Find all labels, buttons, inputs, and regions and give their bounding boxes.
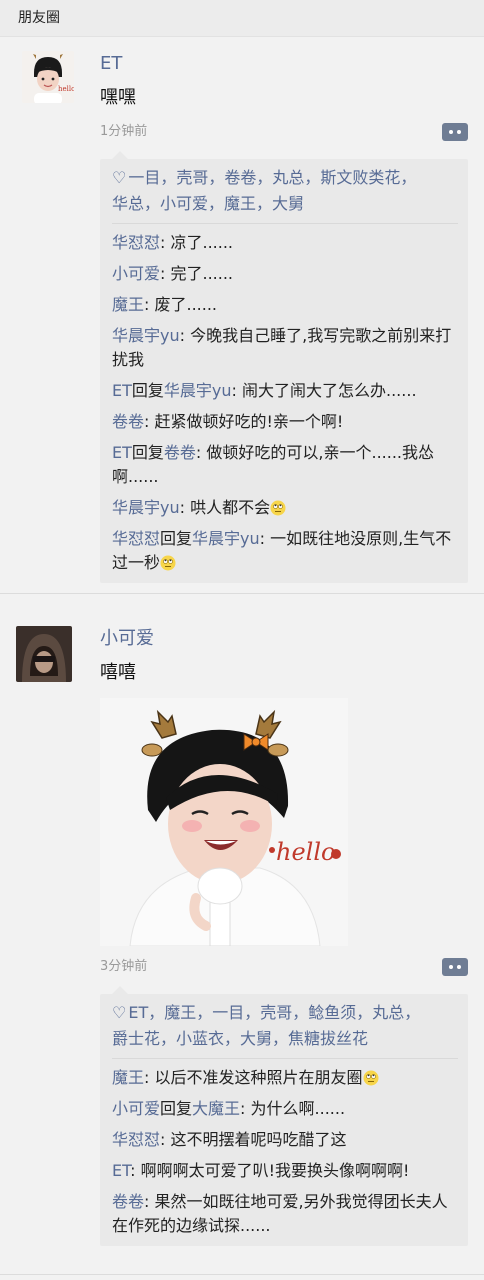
likes-line[interactable]: 华总，小可爱，魔王，大舅 xyxy=(112,194,304,213)
post-time: 1分钟前 xyxy=(100,124,148,139)
comment-user[interactable]: 华怼怼 xyxy=(112,233,160,252)
reply-word: 回复 xyxy=(160,1099,193,1118)
heart-icon: ♡ xyxy=(112,1003,127,1022)
dot-icon xyxy=(457,965,461,969)
comment[interactable]: 卷卷: 果然一如既往地可爱,另外我觉得团长夫人在作死的边缘试探...... xyxy=(112,1183,458,1238)
reply-target[interactable]: 华晨宇yu xyxy=(192,529,260,548)
comment[interactable]: 魔王: 废了...... xyxy=(112,286,458,317)
comment-user[interactable]: ET xyxy=(112,381,132,400)
comment-user[interactable]: 华晨宇yu xyxy=(112,498,180,517)
comment-user[interactable]: 小可爱 xyxy=(112,1099,160,1118)
comment-user[interactable]: 华怼怼 xyxy=(112,1130,160,1149)
comment[interactable]: 小可爱回复大魔王: 为什么啊...... xyxy=(112,1090,458,1121)
comment-area: ♡ 一目，壳哥，卷卷，丸总，斯文败类花， 华总，小可爱，魔王，大舅 华怼怼: 凉了… xyxy=(100,151,468,583)
comment-area: ♡ ET，魔王，一目，壳哥，鲶鱼须，丸总， 爵士花，小蓝衣，大舅，焦糖拔丝花 魔王… xyxy=(100,986,468,1246)
reply-word: 回复 xyxy=(131,443,164,462)
comment-text: : 完了...... xyxy=(160,264,234,283)
likes-list: ♡ ET，魔王，一目，壳哥，鲶鱼须，丸总， 爵士花，小蓝衣，大舅，焦糖拔丝花 xyxy=(112,1000,458,1059)
comment-user[interactable]: 卷卷 xyxy=(112,1192,144,1211)
post-author[interactable]: 小可爱 xyxy=(100,626,468,652)
post-text: 嘻嘻 xyxy=(100,662,136,683)
post-photo[interactable]: hello xyxy=(100,698,348,946)
heart-icon: ♡ xyxy=(112,168,127,187)
reply-target[interactable]: 华晨宇yu xyxy=(164,381,232,400)
comment[interactable]: 华晨宇yu: 哄人都不会 xyxy=(112,489,458,520)
reply-target[interactable]: 卷卷 xyxy=(164,443,196,462)
comment[interactable]: 华怼怼回复华晨宇yu: 一如既往地没原则,生气不过一秒 xyxy=(112,520,458,575)
comment[interactable]: ET回复卷卷: 做顿好吃的可以,亲一个......我怂啊...... xyxy=(112,434,458,489)
comment-user[interactable]: 卷卷 xyxy=(112,412,144,431)
post-time: 3分钟前 xyxy=(100,959,148,974)
reply-word: 回复 xyxy=(160,529,193,548)
comment-text: : 为什么啊...... xyxy=(240,1099,346,1118)
moment-post: 小可爱 嘻嘻 hello 3分钟前 ♡ ET，魔王，一目，壳哥，鲶鱼须，丸总， … xyxy=(0,594,484,1274)
comment-text: : 以后不准发这种照片在朋友圈 xyxy=(144,1068,363,1087)
post-author[interactable]: ET xyxy=(100,51,468,77)
avatar[interactable] xyxy=(16,626,72,682)
avatar[interactable]: hello xyxy=(22,51,74,103)
comment-text: : 闹大了闹大了怎么办...... xyxy=(231,381,417,400)
comment-user[interactable]: 魔王 xyxy=(112,1068,144,1087)
more-actions-button[interactable] xyxy=(442,958,468,976)
comment-user[interactable]: 魔王 xyxy=(112,295,144,314)
comment-text: : 果然一如既往地可爱,另外我觉得团长夫人在作死的边缘试探...... xyxy=(112,1192,448,1235)
comment-user[interactable]: 华怼怼 xyxy=(112,529,160,548)
comment[interactable]: ET: 啊啊啊太可爱了叭!我要换头像啊啊啊! xyxy=(112,1152,458,1183)
reply-word: 回复 xyxy=(131,381,164,400)
eye-roll-emoji-icon xyxy=(160,555,176,571)
comment-user[interactable]: 小可爱 xyxy=(112,264,160,283)
page-title: 朋友圈 xyxy=(0,0,484,37)
comment[interactable]: 华怼怼: 凉了...... xyxy=(112,224,458,255)
comment-user[interactable]: ET xyxy=(112,443,132,462)
more-actions-button[interactable] xyxy=(442,123,468,141)
comment-text: : 废了...... xyxy=(144,295,218,314)
dot-icon xyxy=(457,130,461,134)
comment[interactable]: 卷卷: 赶紧做顿好吃的!亲一个啊! xyxy=(112,403,458,434)
svg-text:hello: hello xyxy=(58,85,74,93)
comment-user[interactable]: 华晨宇yu xyxy=(112,326,180,345)
dot-icon xyxy=(449,130,453,134)
comment[interactable]: 华晨宇yu: 今晚我自己睡了,我写完歌之前别来打扰我 xyxy=(112,317,458,372)
eye-roll-emoji-icon xyxy=(270,500,286,516)
likes-list: ♡ 一目，壳哥，卷卷，丸总，斯文败类花， 华总，小可爱，魔王，大舅 xyxy=(112,165,458,224)
dot-icon xyxy=(449,965,453,969)
post-divider xyxy=(0,1274,484,1275)
comment-text: : 这不明摆着呢吗吃醋了这 xyxy=(160,1130,347,1149)
likes-line[interactable]: 一目，壳哥，卷卷，丸总，斯文败类花， xyxy=(128,168,416,187)
comment-text: : 啊啊啊太可爱了叭!我要换头像啊啊啊! xyxy=(130,1161,410,1180)
post-text: 嘿嘿 xyxy=(100,87,136,108)
comment-user[interactable]: ET xyxy=(112,1161,130,1180)
reply-target[interactable]: 大魔王 xyxy=(192,1099,240,1118)
photo-caption: hello xyxy=(276,838,335,866)
likes-line[interactable]: 爵士花，小蓝衣，大舅，焦糖拔丝花 xyxy=(112,1029,368,1048)
likes-line[interactable]: ET，魔王，一目，壳哥，鲶鱼须，丸总， xyxy=(128,1003,420,1022)
eye-roll-emoji-icon xyxy=(363,1070,378,1086)
comment-text: : 赶紧做顿好吃的!亲一个啊! xyxy=(144,412,344,431)
moment-post: hello ET 嘿嘿 1分钟前 ♡ 一目，壳哥，卷卷，丸总，斯文败类花， 华总，… xyxy=(0,37,484,593)
comment[interactable]: ET回复华晨宇yu: 闹大了闹大了怎么办...... xyxy=(112,372,458,403)
comment[interactable]: 魔王: 以后不准发这种照片在朋友圈 xyxy=(112,1059,458,1090)
comment[interactable]: 小可爱: 完了...... xyxy=(112,255,458,286)
comment-text: : 凉了...... xyxy=(160,233,234,252)
comment-text: : 哄人都不会 xyxy=(179,498,271,517)
comment[interactable]: 华怼怼: 这不明摆着呢吗吃醋了这 xyxy=(112,1121,458,1152)
